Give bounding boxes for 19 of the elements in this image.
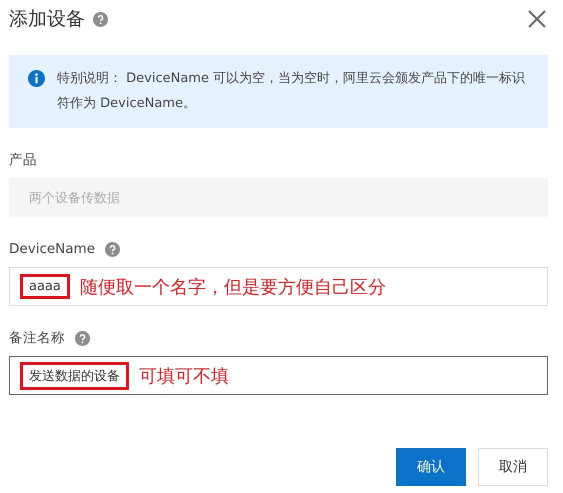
field-label: 备注名称 (9, 329, 65, 347)
input-field[interactable]: 发送数据的设备 可填可不填 (9, 356, 548, 395)
confirm-button[interactable]: 确认 (396, 448, 466, 486)
close-button[interactable] (526, 8, 548, 30)
help-icon[interactable] (75, 330, 90, 346)
annotation-text: 可填可不填 (139, 364, 229, 388)
field-value: 发送数据的设备 (20, 362, 129, 390)
field-label: 产品 (9, 151, 37, 169)
field-value: aaaa (20, 274, 70, 299)
cancel-button[interactable]: 取消 (478, 448, 548, 486)
field-value: 两个设备传数据 (28, 190, 121, 208)
annotation-text: 随便取一个名字，但是要方便自己区分 (80, 276, 386, 298)
field-label: DeviceName (9, 241, 95, 257)
notice-text: 特别说明： DeviceName 可以为空，当为空时，阿里云会颁发产品下的唯一标识符作为 DeviceName。 (57, 70, 526, 113)
help-icon[interactable] (105, 242, 120, 256)
dialog-title: 添加设备 (9, 7, 85, 32)
help-icon[interactable] (93, 12, 108, 26)
input-field[interactable]: aaaa 随便取一个名字，但是要方便自己区分 (9, 267, 548, 306)
info-icon (28, 70, 45, 87)
